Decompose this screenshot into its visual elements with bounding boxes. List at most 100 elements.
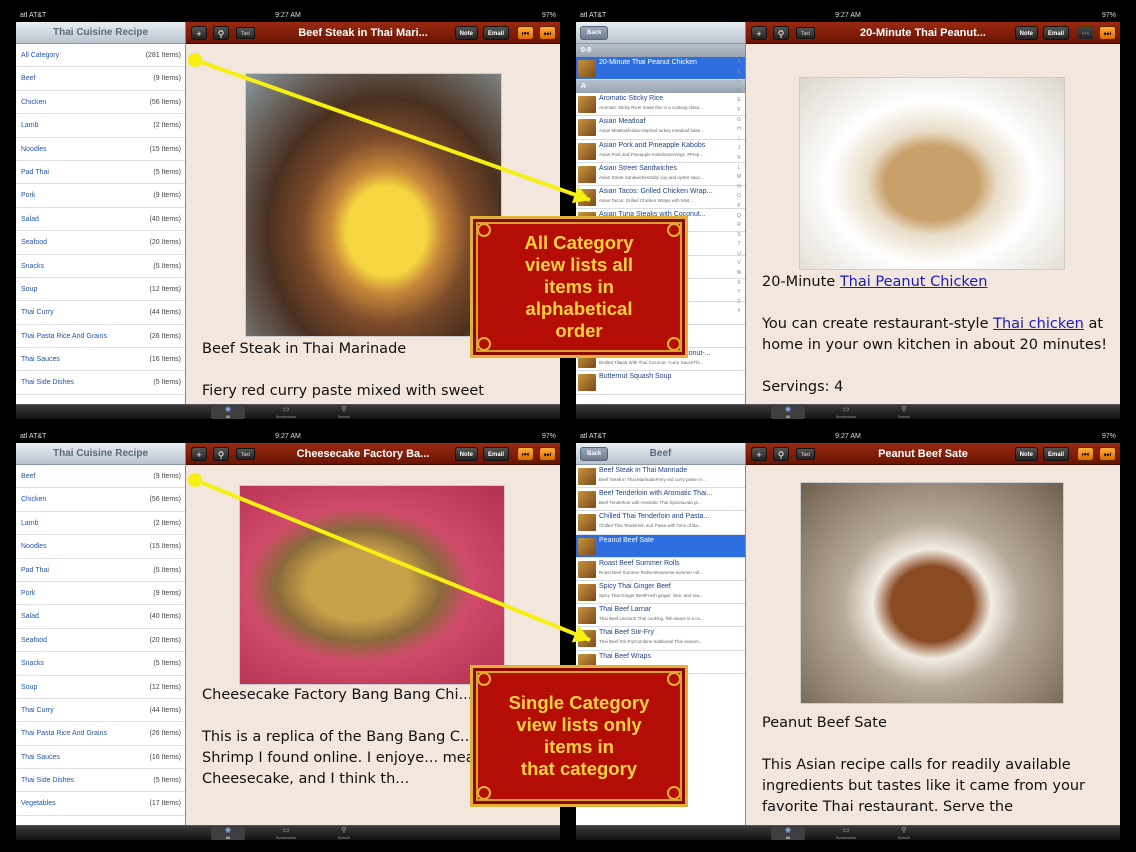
- index-letter[interactable]: Z: [735, 298, 743, 308]
- category-row[interactable]: Thai Curry (44 Items): [16, 699, 185, 723]
- body-link[interactable]: Thai chicken: [993, 316, 1084, 332]
- tab-search[interactable]: ⚲ Search: [887, 406, 921, 419]
- alphabet-index[interactable]: A B C D E F G H I J K L M N O P Q R S T U V W X Y Z #: [735, 58, 743, 317]
- category-row[interactable]: Noodles (15 Items): [16, 138, 185, 161]
- index-letter[interactable]: J: [735, 144, 743, 154]
- email-button[interactable]: Email: [1042, 447, 1069, 461]
- recipe-row[interactable]: Peanut Beef Sate: [576, 534, 745, 558]
- category-row[interactable]: Snacks (5 Items): [16, 652, 185, 676]
- index-letter[interactable]: R: [735, 221, 743, 231]
- email-button[interactable]: Email: [482, 447, 509, 461]
- index-letter[interactable]: M: [735, 173, 743, 183]
- back-button[interactable]: Back: [580, 447, 609, 461]
- next-button[interactable]: ⏭: [1099, 26, 1116, 40]
- recipe-row[interactable]: Aromatic Sticky Rice Aromatic Sticky Rice…: [576, 93, 745, 117]
- category-row[interactable]: Thai Pasta Rice And Grains (26 Items): [16, 722, 185, 746]
- tab-all[interactable]: ◉ All: [211, 827, 245, 840]
- tab-all[interactable]: ◉ All: [211, 406, 245, 419]
- category-row[interactable]: Pork (9 Items): [16, 582, 185, 606]
- recipe-row[interactable]: Beef Tenderloin with Aromatic Thai... Bee…: [576, 488, 745, 512]
- recipe-row[interactable]: Asian Pork and Pineapple Kabobs Asian Por…: [576, 140, 745, 163]
- category-row[interactable]: Beef (9 Items): [16, 67, 185, 91]
- tab-search[interactable]: ⚲ Search: [887, 827, 921, 840]
- tab-bookmarks[interactable]: ▭ Bookmarks: [829, 827, 863, 840]
- category-row[interactable]: Pad Thai (5 Items): [16, 559, 185, 582]
- email-button[interactable]: Email: [482, 26, 509, 40]
- category-row[interactable]: Thai Side Dishes (5 Items): [16, 371, 185, 395]
- category-row[interactable]: Chicken (56 Items): [16, 91, 185, 115]
- index-letter[interactable]: T: [735, 240, 743, 250]
- category-row[interactable]: Thai Side Dishes (5 Items): [16, 769, 185, 793]
- category-row[interactable]: Salad (40 Items): [16, 605, 185, 629]
- recipe-row[interactable]: Chilled Thai Tenderloin and Pasta... Chil…: [576, 511, 745, 535]
- previous-button[interactable]: ⏮: [517, 447, 534, 461]
- index-letter[interactable]: X: [735, 279, 743, 289]
- category-row[interactable]: Pork (9 Items): [16, 184, 185, 208]
- category-row[interactable]: Salad (40 Items): [16, 208, 185, 232]
- index-letter[interactable]: Y: [735, 288, 743, 298]
- index-letter[interactable]: P: [735, 202, 743, 212]
- tab-bookmarks[interactable]: ▭ Bookmarks: [269, 827, 303, 840]
- index-letter[interactable]: Q: [735, 212, 743, 222]
- category-row[interactable]: Beef (9 Items): [16, 465, 185, 489]
- category-row[interactable]: All Category (281 Items): [16, 44, 185, 68]
- index-letter[interactable]: B: [735, 68, 743, 78]
- tab-bookmarks[interactable]: ▭ Bookmarks: [269, 406, 303, 419]
- category-row[interactable]: Seafood (20 Items): [16, 629, 185, 653]
- category-row[interactable]: Lamb (2 Items): [16, 114, 185, 138]
- note-button[interactable]: Note: [1014, 26, 1038, 40]
- note-button[interactable]: Note: [454, 447, 478, 461]
- category-row[interactable]: Soup (12 Items): [16, 278, 185, 302]
- index-letter[interactable]: V: [735, 259, 743, 269]
- recipe-row[interactable]: 20-Minute Thai Peanut Chicken: [576, 57, 745, 81]
- previous-button[interactable]: ⏮: [1077, 26, 1094, 40]
- next-button[interactable]: ⏭: [539, 447, 556, 461]
- next-button[interactable]: ⏭: [539, 26, 556, 40]
- recipe-row[interactable]: Asian Tacos: Grilled Chicken Wrap... Asia…: [576, 186, 745, 210]
- index-letter[interactable]: L: [735, 164, 743, 174]
- recipe-row[interactable]: Asian Street Sandwiches Asian Street Sand…: [576, 163, 745, 186]
- index-letter[interactable]: U: [735, 250, 743, 260]
- tab-search[interactable]: ⚲ Search: [327, 827, 361, 840]
- recipe-row[interactable]: Thai Beef Larnar Thai Beef LarnarIn Thai …: [576, 604, 745, 628]
- category-row[interactable]: Thai Sauces (16 Items): [16, 746, 185, 770]
- category-row[interactable]: Pad Thai (5 Items): [16, 161, 185, 185]
- recipe-row[interactable]: Roast Beef Summer Rolls Roast Beef Summer…: [576, 558, 745, 581]
- note-button[interactable]: Note: [454, 26, 478, 40]
- tab-all[interactable]: ◉ All: [771, 827, 805, 840]
- index-letter[interactable]: C: [735, 77, 743, 87]
- category-row[interactable]: Soup (12 Items): [16, 676, 185, 699]
- back-button[interactable]: Back: [580, 26, 609, 40]
- email-button[interactable]: Email: [1042, 26, 1069, 40]
- recipe-row[interactable]: Butternut Squash Soup: [576, 371, 745, 395]
- index-letter[interactable]: F: [735, 106, 743, 116]
- tab-all[interactable]: ◉ All: [771, 406, 805, 419]
- next-button[interactable]: ⏭: [1099, 447, 1116, 461]
- index-letter[interactable]: W: [735, 269, 743, 279]
- category-row[interactable]: Thai Pasta Rice And Grains (26 Items): [16, 325, 185, 349]
- category-row[interactable]: Thai Sauces (16 Items): [16, 348, 185, 372]
- category-row[interactable]: Lamb (2 Items): [16, 512, 185, 536]
- index-letter[interactable]: I: [735, 135, 743, 145]
- category-row[interactable]: Snacks (5 Items): [16, 255, 185, 278]
- index-letter[interactable]: S: [735, 231, 743, 241]
- category-row[interactable]: Chicken (56 Items): [16, 488, 185, 512]
- previous-button[interactable]: ⏮: [517, 26, 534, 40]
- index-letter[interactable]: O: [735, 192, 743, 202]
- index-letter[interactable]: E: [735, 96, 743, 106]
- recipe-row[interactable]: Spicy Thai Ginger Beef Spicy Thai Ginger …: [576, 581, 745, 605]
- tab-bookmarks[interactable]: ▭ Bookmarks: [829, 406, 863, 419]
- category-row[interactable]: Vegetables (17 Items): [16, 792, 185, 816]
- index-letter[interactable]: H: [735, 125, 743, 135]
- index-letter[interactable]: G: [735, 116, 743, 126]
- index-letter[interactable]: A: [735, 58, 743, 68]
- index-letter[interactable]: N: [735, 183, 743, 193]
- previous-button[interactable]: ⏮: [1077, 447, 1094, 461]
- index-letter[interactable]: K: [735, 154, 743, 164]
- tab-search[interactable]: ⚲ Search: [327, 406, 361, 419]
- recipe-row[interactable]: Asian Meatloaf Asian MeatloafAsian-inspir…: [576, 116, 745, 140]
- index-letter[interactable]: #: [735, 307, 743, 317]
- category-row[interactable]: Noodles (15 Items): [16, 535, 185, 559]
- category-row[interactable]: Seafood (20 Items): [16, 231, 185, 255]
- category-row[interactable]: Thai Curry (44 Items): [16, 301, 185, 325]
